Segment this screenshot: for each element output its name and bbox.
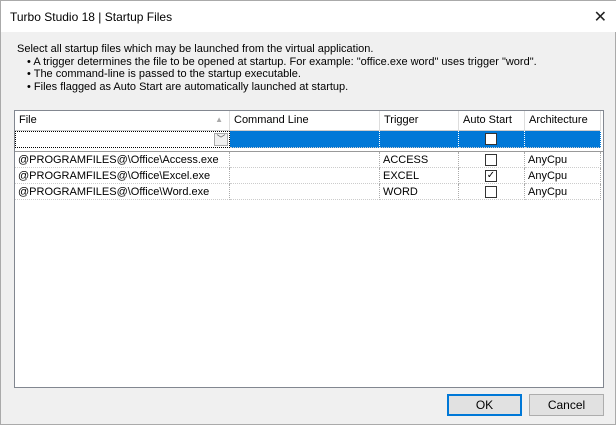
command-line-cell[interactable]: [230, 168, 380, 184]
auto-start-checkbox[interactable]: [485, 186, 497, 198]
instructions: Select all startup files which may be la…: [17, 43, 537, 93]
close-icon[interactable]: ✕: [594, 7, 607, 27]
dialog-window: Turbo Studio 18 | Startup Files ✕ Select…: [0, 0, 616, 425]
table-row[interactable]: @PROGRAMFILES@\Office\Word.exe WORD AnyC…: [15, 184, 601, 200]
auto-start-checkbox[interactable]: [485, 154, 497, 166]
command-line-cell[interactable]: [230, 184, 380, 200]
auto-start-cell[interactable]: ✓: [459, 168, 525, 184]
column-header-trigger[interactable]: Trigger: [380, 111, 459, 131]
architecture-cell[interactable]: AnyCpu: [525, 152, 601, 168]
table-row[interactable]: @PROGRAMFILES@\Office\Excel.exe EXCEL ✓ …: [15, 168, 601, 184]
chevron-down-icon[interactable]: ﹀: [214, 133, 228, 146]
table-row[interactable]: @PROGRAMFILES@\Office\Access.exe ACCESS …: [15, 152, 601, 168]
file-cell[interactable]: @PROGRAMFILES@\Office\Word.exe: [15, 184, 230, 200]
new-command-line-cell[interactable]: [230, 131, 380, 148]
architecture-cell[interactable]: AnyCpu: [525, 168, 601, 184]
command-line-cell[interactable]: [230, 152, 380, 168]
file-cell[interactable]: @PROGRAMFILES@\Office\Excel.exe: [15, 168, 230, 184]
new-trigger-cell[interactable]: [380, 131, 459, 148]
new-row[interactable]: ﹀: [15, 131, 601, 148]
column-header-architecture[interactable]: Architecture: [525, 111, 601, 131]
new-architecture-cell[interactable]: [525, 131, 601, 148]
instructions-heading: Select all startup files which may be la…: [17, 43, 374, 55]
new-file-combobox[interactable]: ﹀: [15, 131, 230, 148]
auto-start-cell[interactable]: [459, 152, 525, 168]
new-auto-start-cell[interactable]: [459, 131, 525, 148]
auto-start-cell[interactable]: [459, 184, 525, 200]
auto-start-checkbox-checked[interactable]: ✓: [485, 170, 497, 182]
grid-header: File ▲ Command Line Trigger Auto Start Ar…: [15, 111, 601, 131]
trigger-cell[interactable]: EXCEL: [380, 168, 459, 184]
column-header-command-line[interactable]: Command Line: [230, 111, 380, 131]
column-header-file[interactable]: File ▲: [15, 111, 230, 131]
column-header-auto-start[interactable]: Auto Start: [459, 111, 525, 131]
architecture-cell[interactable]: AnyCpu: [525, 184, 601, 200]
instruction-bullet: Files flagged as Auto Start are automati…: [27, 81, 537, 94]
instruction-bullet: The command-line is passed to the startu…: [27, 68, 537, 81]
trigger-cell[interactable]: WORD: [380, 184, 459, 200]
startup-files-grid: File ▲ Command Line Trigger Auto Start Ar…: [14, 110, 604, 388]
window-title: Turbo Studio 18 | Startup Files: [10, 10, 173, 24]
title-bar: Turbo Studio 18 | Startup Files ✕: [1, 1, 616, 32]
cancel-button[interactable]: Cancel: [529, 394, 604, 416]
instruction-bullet: A trigger determines the file to be open…: [27, 56, 536, 69]
ok-button[interactable]: OK: [447, 394, 522, 416]
file-cell[interactable]: @PROGRAMFILES@\Office\Access.exe: [15, 152, 230, 168]
auto-start-checkbox[interactable]: [485, 133, 497, 145]
trigger-cell[interactable]: ACCESS: [380, 152, 459, 168]
sort-arrow-icon: ▲: [215, 115, 223, 124]
